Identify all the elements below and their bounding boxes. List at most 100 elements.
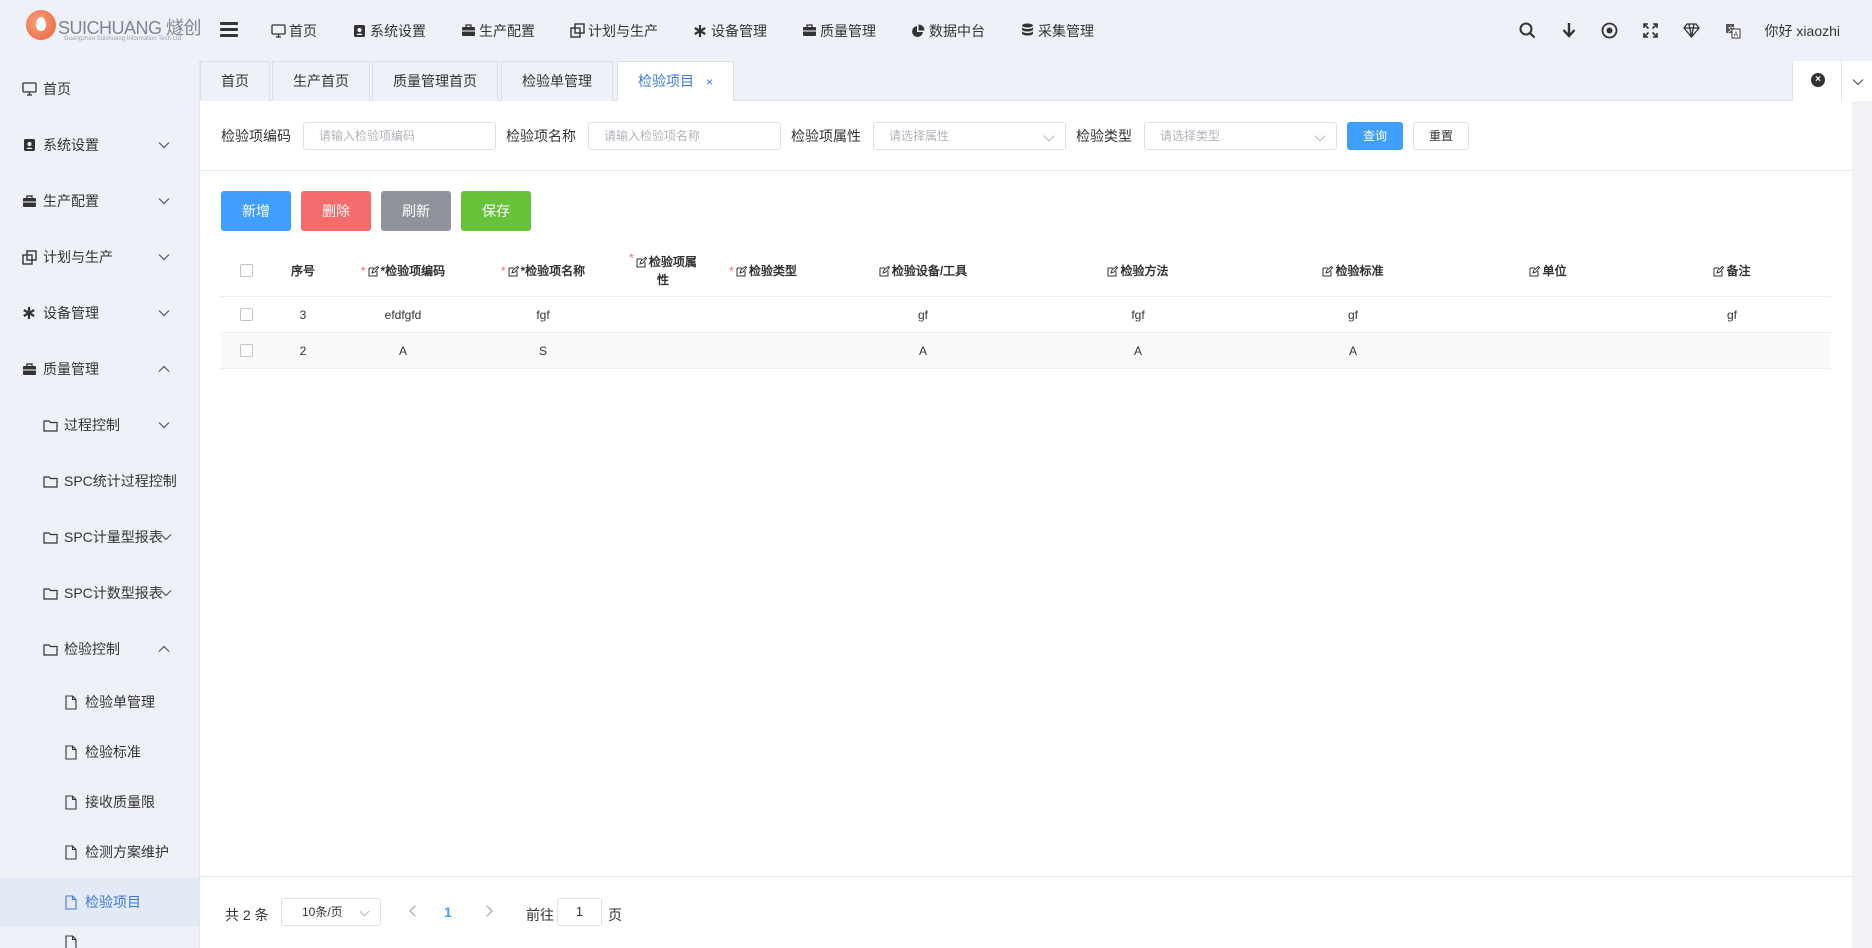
sidebar-item-acceptance-quality-limit[interactable]: 接收质量限 [0, 777, 199, 827]
topnav-item-system[interactable]: 系统设置 [351, 21, 426, 41]
fullscreen-icon[interactable] [1641, 21, 1661, 41]
type-placeholder: 请选择类型 [1160, 129, 1221, 143]
sidebar-item-quality[interactable]: 质量管理 [0, 341, 199, 397]
sidebar-item-inspection-control[interactable]: 检验控制 [0, 621, 199, 677]
cell-method[interactable]: A [1033, 333, 1243, 369]
add-button[interactable]: 新增 [221, 191, 291, 231]
col-unit[interactable]: 单位 [1463, 245, 1633, 297]
cell-type[interactable] [713, 333, 813, 369]
download-arrow-icon[interactable] [1559, 21, 1579, 41]
sidebar-item-label: 检验控制 [64, 641, 120, 657]
user-greeting[interactable]: 你好 xiaozhi [1765, 21, 1840, 41]
menu-toggle-icon[interactable] [220, 22, 238, 38]
topnav-item-collection[interactable]: 采集管理 [1019, 21, 1094, 41]
tab-close-icon[interactable]: × [706, 75, 713, 89]
sidebar-item-inspection-orders[interactable]: 检验单管理 [0, 677, 199, 727]
sidebar-item-inspection-items[interactable]: 检验项目 [0, 877, 199, 927]
search-icon[interactable] [1518, 21, 1538, 41]
sidebar-item-home[interactable]: 首页 [0, 61, 199, 117]
row-checkbox[interactable] [240, 344, 253, 357]
sidebar-item-partial[interactable] [0, 927, 199, 948]
table-row[interactable]: 2 A S A A A [221, 333, 1831, 369]
tab-inspection-items[interactable]: 检验项目 × [617, 61, 735, 102]
col-remark[interactable]: 备注 [1633, 245, 1831, 297]
topnav-item-data-center[interactable]: 数据中台 [910, 21, 985, 41]
sidebar-item-spc-variable-report[interactable]: SPC计量型报表 [0, 509, 199, 565]
cell-method[interactable]: fgf [1033, 297, 1243, 333]
cell-type[interactable] [713, 297, 813, 333]
cell-attr[interactable] [613, 333, 713, 369]
cell-remark[interactable] [1633, 333, 1831, 369]
sidebar-item-equipment[interactable]: 设备管理 [0, 285, 199, 341]
briefcase-icon [460, 23, 476, 39]
cell-device[interactable]: gf [813, 297, 1033, 333]
cell-index: 3 [299, 308, 307, 322]
cell-device[interactable]: A [813, 333, 1033, 369]
col-type[interactable]: * 检验类型 [713, 245, 813, 297]
tab-quality-home[interactable]: 质量管理首页 [372, 61, 498, 101]
page-size-select[interactable]: 10条/页 [281, 898, 381, 926]
sidebar-item-inspection-plans[interactable]: 检测方案维护 [0, 827, 199, 877]
topnav-item-planning[interactable]: 计划与生产 [569, 21, 658, 41]
name-input[interactable]: 请输入检验项名称 [588, 122, 781, 150]
cell-code[interactable]: A [333, 333, 473, 369]
sidebar-item-system[interactable]: 系统设置 [0, 117, 199, 173]
page-number[interactable]: 1 [444, 904, 452, 920]
cell-unit[interactable] [1463, 333, 1633, 369]
cell-standard[interactable]: A [1243, 333, 1463, 369]
col-label: 检验方法 [1120, 264, 1169, 278]
attr-select[interactable]: 请选择属性 [873, 122, 1066, 150]
delete-button[interactable]: 删除 [301, 191, 371, 231]
col-standard[interactable]: 检验标准 [1243, 245, 1463, 297]
refresh-button[interactable]: 刷新 [381, 191, 451, 231]
tab-menu-dropdown[interactable] [1841, 61, 1872, 101]
table-row[interactable]: 3 efdfgfd fgf gf fgf gf gf [221, 297, 1831, 333]
topnav-item-home[interactable]: 首页 [270, 21, 317, 41]
language-icon[interactable]: 文A [1723, 21, 1743, 41]
close-all-tabs-icon[interactable]: × [1811, 73, 1825, 87]
col-name[interactable]: * *检验项名称 [473, 245, 613, 297]
code-input[interactable]: 请输入检验项编码 [303, 122, 496, 150]
target-icon[interactable] [1600, 21, 1620, 41]
sidebar-item-spc-attribute-report[interactable]: SPC计数型报表 [0, 565, 199, 621]
reset-button[interactable]: 重置 [1413, 122, 1469, 150]
cell-unit[interactable] [1463, 297, 1633, 333]
query-button[interactable]: 查询 [1347, 122, 1403, 150]
sidebar-item-inspection-standards[interactable]: 检验标准 [0, 727, 199, 777]
col-device[interactable]: 检验设备/工具 [813, 245, 1033, 297]
folder-icon [42, 585, 58, 601]
topnav-item-equipment[interactable]: 设备管理 [692, 21, 767, 41]
type-select[interactable]: 请选择类型 [1144, 122, 1337, 150]
cell-name[interactable]: fgf [473, 297, 613, 333]
col-attr[interactable]: * 检验项属 性 [613, 245, 713, 297]
header-tools: 文A 你好 xiaozhi [1497, 0, 1840, 61]
topnav-item-quality[interactable]: 质量管理 [801, 21, 876, 41]
cell-attr[interactable] [613, 297, 713, 333]
cell-code[interactable]: efdfgfd [333, 297, 473, 333]
sidebar-item-planning[interactable]: 计划与生产 [0, 229, 199, 285]
save-button[interactable]: 保存 [461, 191, 531, 231]
logo: SUICHUANG 燧创 Guangzhou Suichuang Informa… [26, 10, 202, 46]
sidebar-item-production-config[interactable]: 生产配置 [0, 173, 199, 229]
sidebar-item-spc[interactable]: SPC统计过程控制 [0, 453, 199, 509]
prev-page-icon[interactable] [409, 905, 421, 917]
col-label: 检验设备/工具 [891, 264, 968, 278]
tab-production-home[interactable]: 生产首页 [272, 61, 370, 101]
col-code[interactable]: * *检验项编码 [333, 245, 473, 297]
tab-home[interactable]: 首页 [200, 61, 270, 101]
briefcase-icon [21, 361, 37, 377]
cell-standard[interactable]: gf [1243, 297, 1463, 333]
topnav-item-production-config[interactable]: 生产配置 [460, 21, 535, 41]
next-page-icon[interactable] [481, 905, 493, 917]
tab-inspection-orders[interactable]: 检验单管理 [501, 61, 613, 101]
edit-icon [636, 256, 647, 267]
tab-tools: × [1792, 61, 1872, 101]
goto-page-input[interactable]: 1 [557, 898, 602, 926]
row-checkbox[interactable] [240, 308, 253, 321]
select-all-checkbox[interactable] [240, 264, 253, 277]
cell-name[interactable]: S [473, 333, 613, 369]
col-method[interactable]: 检验方法 [1033, 245, 1243, 297]
cell-remark[interactable]: gf [1633, 297, 1831, 333]
sidebar-item-process-control[interactable]: 过程控制 [0, 397, 199, 453]
diamond-icon[interactable] [1682, 21, 1702, 41]
